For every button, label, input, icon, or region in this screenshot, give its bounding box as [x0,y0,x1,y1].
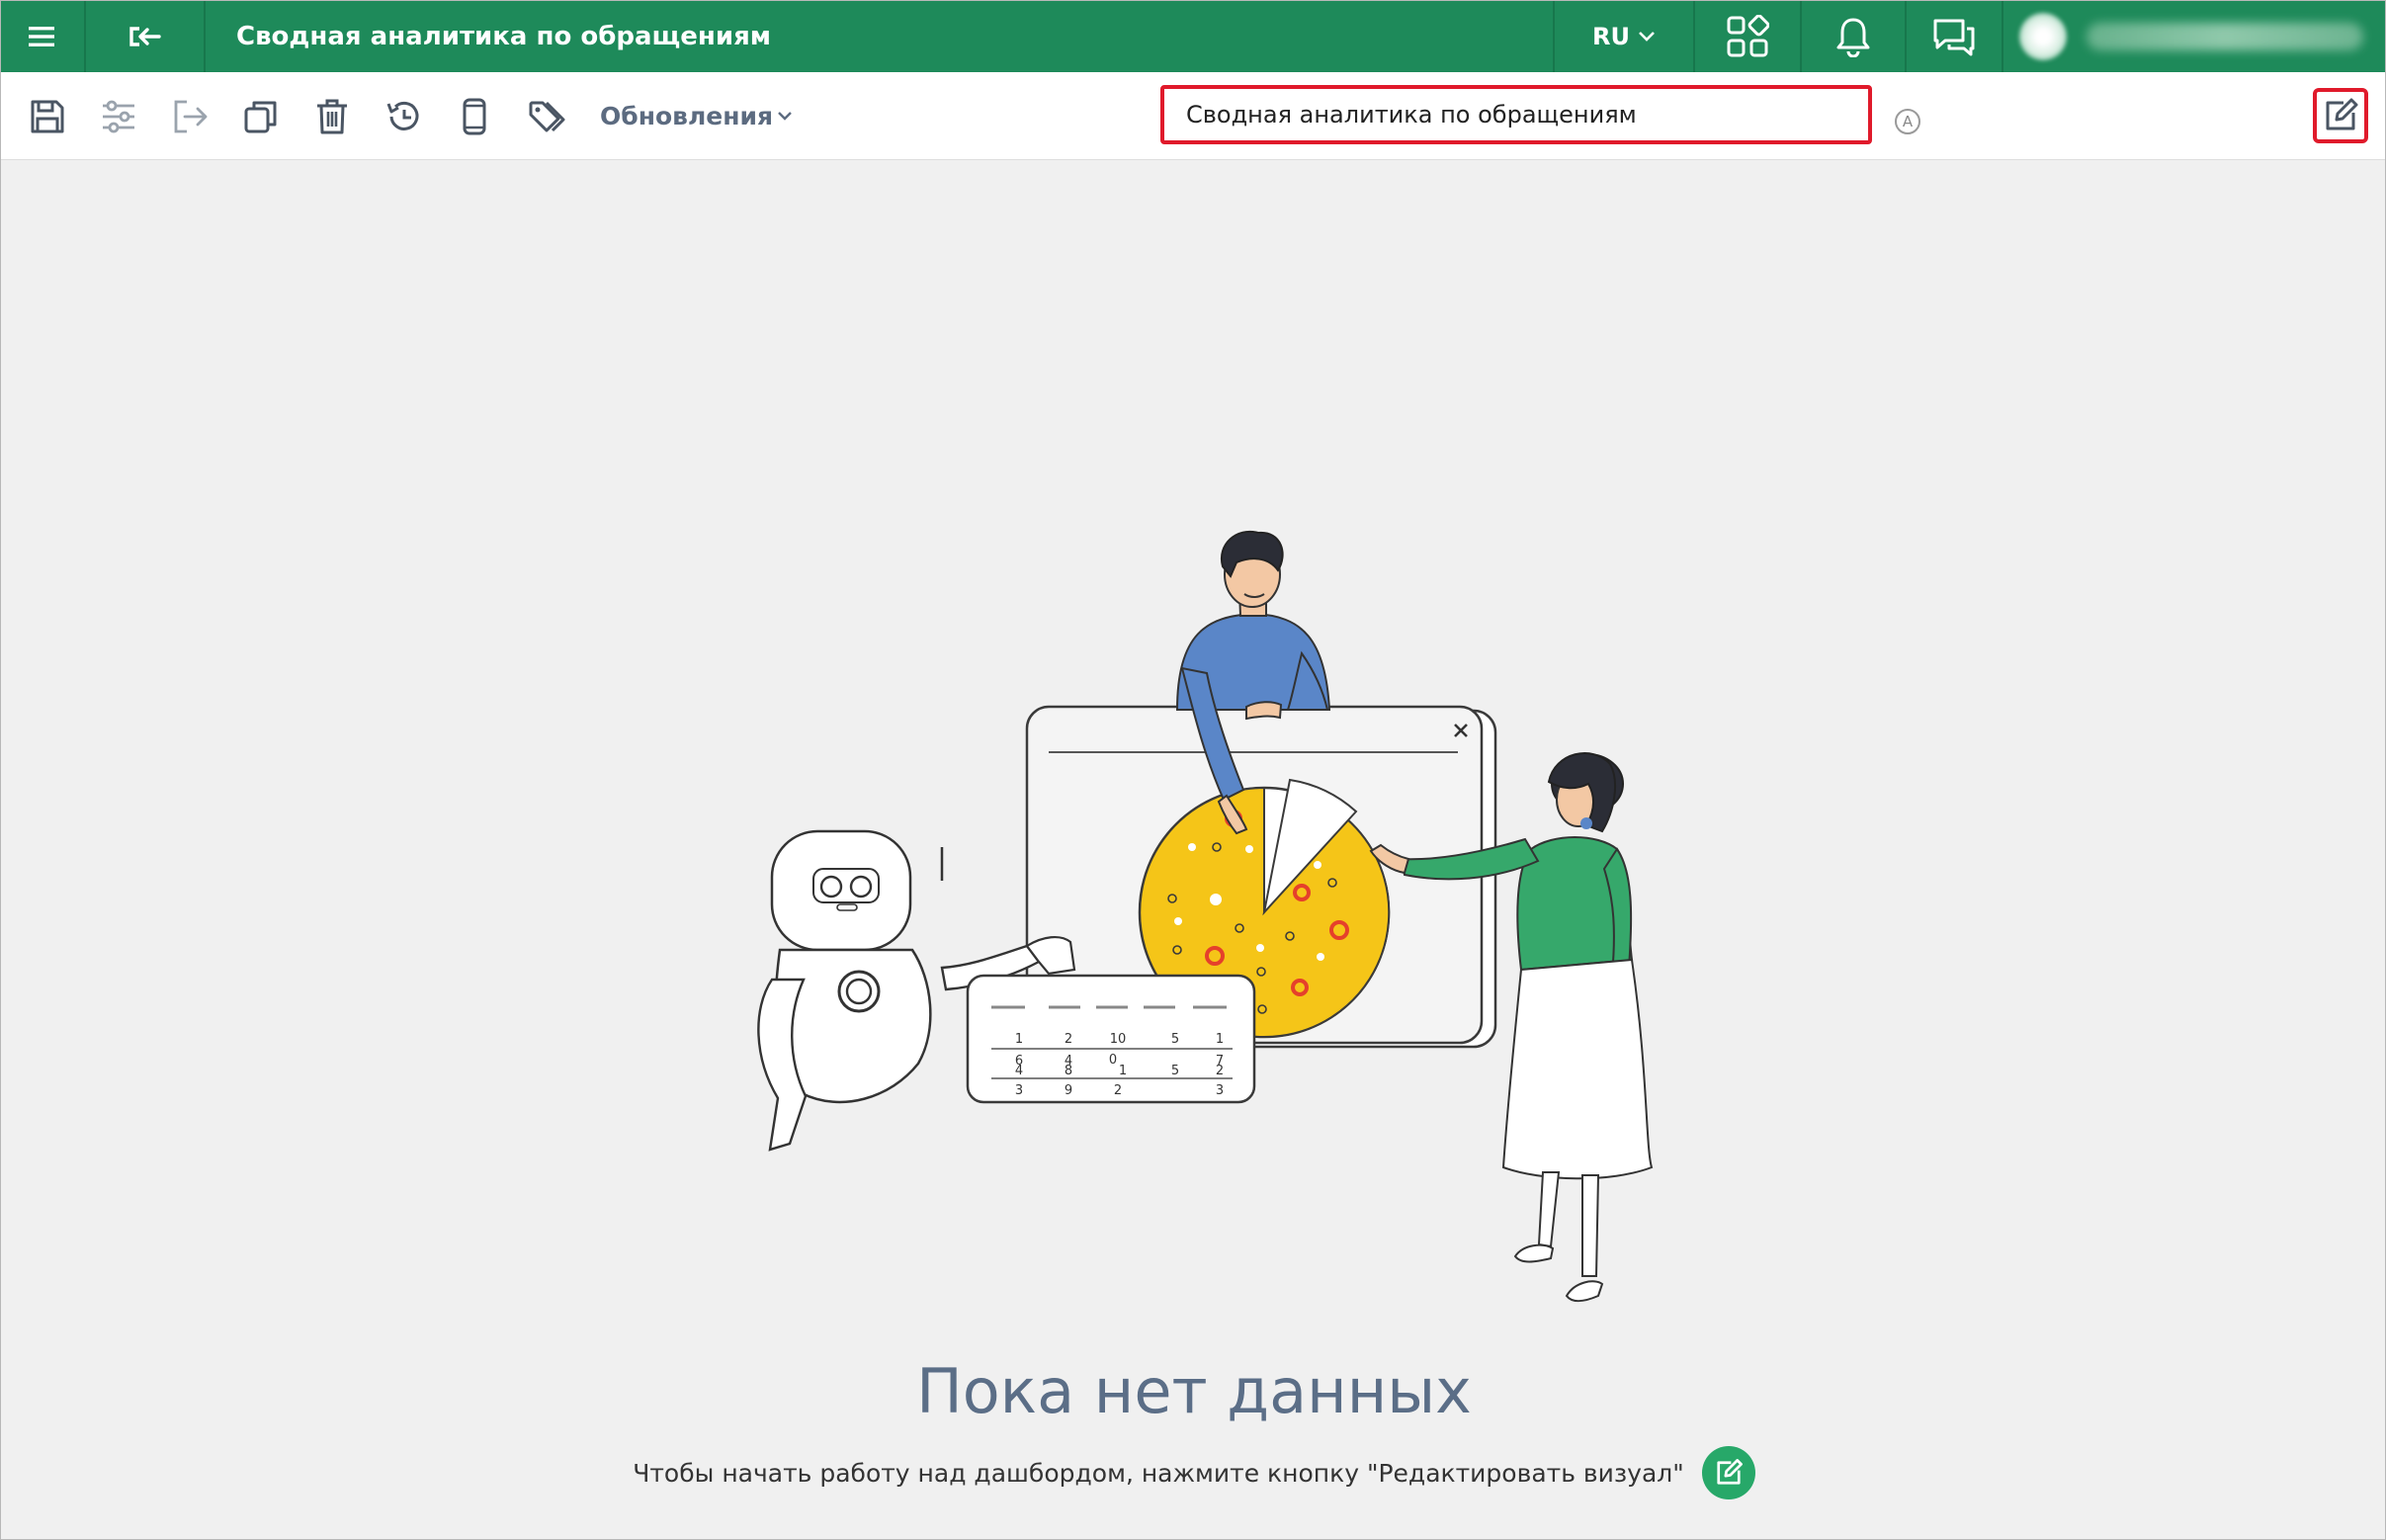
table-cell: 5 [1171,1064,1179,1078]
history-button[interactable] [379,92,428,141]
export-icon [174,100,208,133]
hamburger-icon [29,27,54,46]
back-button[interactable] [100,1,189,72]
pencil-square-icon [2326,98,2358,130]
back-arrow-icon [129,27,161,46]
mobile-view-button[interactable] [450,92,499,141]
table-cell: 2 [1216,1064,1224,1078]
copy-button[interactable] [236,92,286,141]
apps-button[interactable] [1695,1,1800,72]
avatar[interactable] [2019,13,2067,60]
filters-icon [103,100,134,133]
top-bar: Сводная аналитика по обращениям RU [1,1,2385,72]
empty-state-illustration: 1 2 10 5 1 6 4 0 7 4 8 1 5 2 3 9 2 3 [757,530,1654,1303]
table-cell: 0 [1109,1053,1117,1068]
pencil-square-icon [1717,1459,1743,1485]
updates-label: Обновления [600,101,774,130]
language-selector[interactable]: RU [1555,1,1693,72]
empty-state-hint-text: Чтобы начать работу над дашбордом, нажми… [633,1458,1684,1488]
tags-button[interactable] [523,92,572,141]
table-cell: 3 [1216,1083,1224,1098]
table-cell: 1 [1119,1064,1127,1078]
language-label: RU [1592,23,1630,50]
chevron-down-icon [1639,32,1655,42]
edit-visual-inline-button[interactable] [1701,1446,1755,1499]
table-cell: 3 [1015,1083,1023,1098]
empty-state-hint: Чтобы начать работу над дашбордом, нажми… [1,1446,2386,1499]
data-table-card: 1 2 10 5 1 6 4 0 7 4 8 1 5 2 3 9 2 3 [966,974,1256,1104]
notifications-button[interactable] [1802,1,1905,72]
dashboard-name-input[interactable] [1160,85,1872,144]
save-icon [31,100,64,133]
table-cell: 10 [1110,1032,1127,1047]
table-cell: 9 [1065,1083,1072,1098]
table-cell: 4 [1015,1064,1023,1078]
updates-dropdown[interactable]: Обновления [600,72,793,159]
chevron-down-icon [778,112,792,121]
copy-icon [244,101,277,133]
delete-icon [317,99,347,134]
table-cell: 2 [1065,1032,1072,1047]
messages-button[interactable] [1907,1,2002,72]
tag-icon [529,101,565,132]
table-cell: 8 [1065,1064,1072,1078]
table-cell: 1 [1216,1032,1224,1047]
mobile-view-icon [463,98,486,135]
ai-assistant-icon[interactable]: A [1895,109,1920,134]
apps-grid-icon [1727,15,1769,57]
table-cell: 1 [1015,1032,1023,1047]
table-cell: 2 [1114,1083,1122,1098]
history-icon [386,101,419,130]
bell-icon [1836,18,1870,57]
chat-icon [1933,19,1975,56]
empty-state-title: Пока нет данных [916,1355,1472,1427]
delete-button[interactable] [307,92,357,141]
export-button[interactable] [165,92,214,141]
dashboard-toolbar: Обновления A [1,72,2385,160]
app-window: Сводная аналитика по обращениям RU Обнов… [0,0,2386,1540]
save-button[interactable] [23,92,72,141]
edit-visual-button[interactable] [2313,88,2368,143]
menu-button[interactable] [11,1,72,72]
filters-button[interactable] [94,92,143,141]
user-name[interactable] [2087,23,2363,50]
table-cell: 5 [1171,1032,1179,1047]
page-title: Сводная аналитика по обращениям [236,22,772,51]
